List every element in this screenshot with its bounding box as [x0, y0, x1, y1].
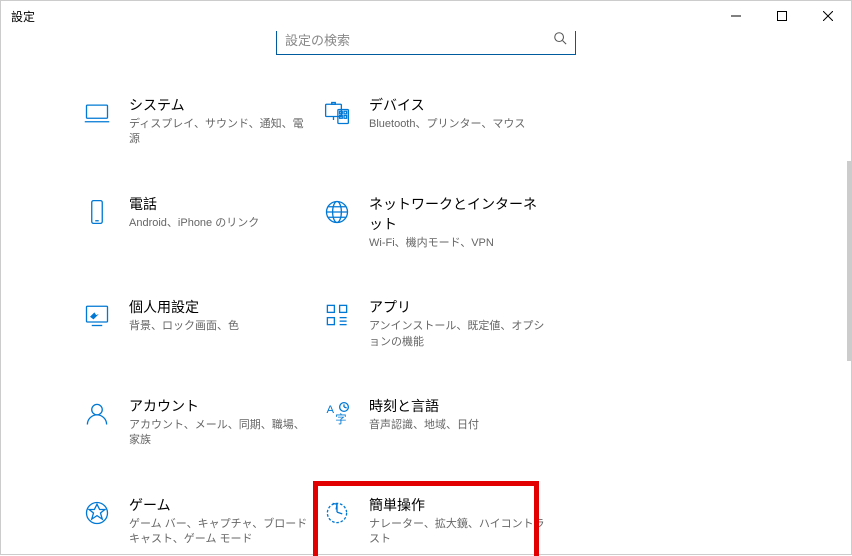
category-title: アカウント	[129, 396, 309, 416]
category-description: 背景、ロック画面、色	[129, 319, 309, 334]
close-button[interactable]	[805, 1, 851, 31]
category-system[interactable]: システムディスプレイ、サウンド、通知、電源	[81, 95, 321, 148]
time-language-icon: A字	[321, 398, 353, 430]
svg-text:A: A	[327, 404, 335, 416]
gaming-icon	[81, 497, 113, 529]
scrollbar[interactable]	[847, 161, 851, 361]
category-title: 個人用設定	[129, 297, 309, 317]
category-description: Bluetooth、プリンター、マウス	[369, 117, 549, 132]
category-description: ディスプレイ、サウンド、通知、電源	[129, 117, 309, 148]
content-area: 設定の検索 システムディスプレイ、サウンド、通知、電源 デバイス Bluetooth…	[1, 31, 851, 556]
search-placeholder: 設定の検索	[285, 31, 350, 49]
category-description: ナレーター、拡大鏡、ハイコントラスト	[369, 517, 549, 548]
category-accounts[interactable]: アカウントアカウント、メール、同期、職場、家族	[81, 396, 321, 449]
category-title: ネットワークとインターネット	[369, 194, 549, 234]
devices-icon	[321, 97, 353, 129]
svg-text:字: 字	[335, 412, 346, 426]
network-icon	[321, 196, 353, 228]
phone-icon	[81, 196, 113, 228]
system-icon	[81, 97, 113, 129]
category-personal[interactable]: 個人用設定背景、ロック画面、色	[81, 297, 321, 350]
search-input[interactable]: 設定の検索	[276, 31, 576, 55]
category-description: アカウント、メール、同期、職場、家族	[129, 418, 309, 449]
category-title: 簡単操作	[369, 495, 549, 515]
categories-grid: システムディスプレイ、サウンド、通知、電源 デバイス Bluetooth、プリンター…	[1, 55, 851, 556]
category-phone[interactable]: 電話 Android、iPhone のリンク	[81, 194, 321, 251]
window-title: 設定	[11, 8, 35, 25]
category-description: Android、iPhone のリンク	[129, 216, 309, 231]
category-title: ゲーム	[129, 495, 309, 515]
category-gaming[interactable]: ゲームゲーム バー、キャプチャ、ブロードキャスト、ゲーム モード	[81, 495, 321, 548]
category-description: アンインストール、既定値、オプションの機能	[369, 319, 549, 350]
category-time[interactable]: A字時刻と言語音声認識、地域、日付	[321, 396, 561, 449]
category-title: 電話	[129, 194, 309, 214]
category-description: 音声認識、地域、日付	[369, 418, 549, 433]
apps-icon	[321, 299, 353, 331]
category-ease[interactable]: 簡単操作ナレーター、拡大鏡、ハイコントラスト	[321, 495, 561, 548]
category-description: ゲーム バー、キャプチャ、ブロードキャスト、ゲーム モード	[129, 517, 309, 548]
category-title: システム	[129, 95, 309, 115]
maximize-button[interactable]	[759, 1, 805, 31]
titlebar: 設定	[1, 1, 851, 31]
category-devices[interactable]: デバイス Bluetooth、プリンター、マウス	[321, 95, 561, 148]
category-title: デバイス	[369, 95, 549, 115]
category-title: アプリ	[369, 297, 549, 317]
category-description: Wi-Fi、機内モード、VPN	[369, 236, 549, 251]
minimize-button[interactable]	[713, 1, 759, 31]
accounts-icon	[81, 398, 113, 430]
category-title: 時刻と言語	[369, 396, 549, 416]
window-controls	[713, 1, 851, 31]
personalization-icon	[81, 299, 113, 331]
ease-of-access-icon	[321, 497, 353, 529]
category-network[interactable]: ネットワークとインターネット Wi-Fi、機内モード、VPN	[321, 194, 561, 251]
category-apps[interactable]: アプリアンインストール、既定値、オプションの機能	[321, 297, 561, 350]
search-icon	[553, 31, 567, 48]
